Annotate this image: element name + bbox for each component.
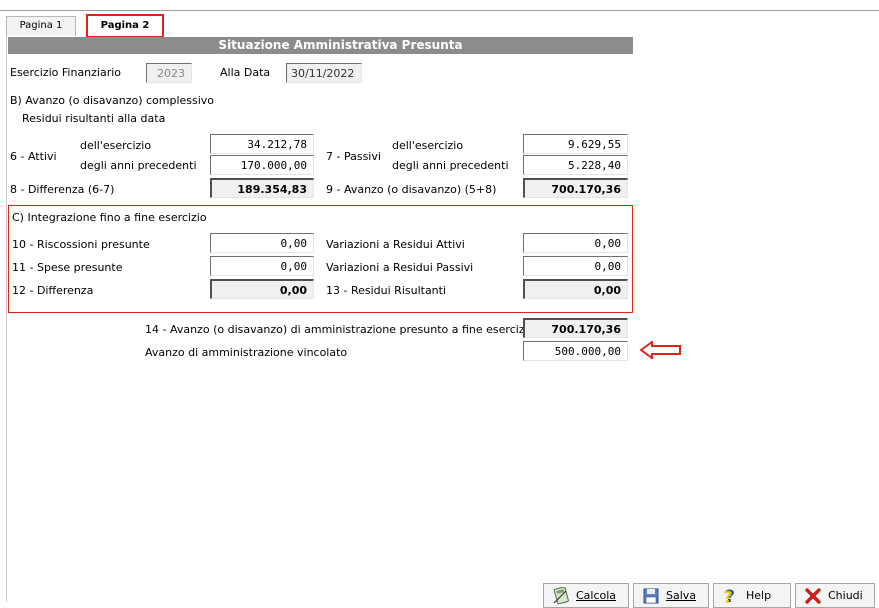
calcola-label: Calcola: [576, 589, 617, 602]
var-passivi-field[interactable]: 0,00: [523, 256, 628, 276]
section-b-title: B) Avanzo (o disavanzo) complessivo: [10, 94, 215, 107]
differenza-c-field: 0,00: [210, 279, 314, 299]
data-label: Alla Data: [220, 66, 271, 79]
var-attivi-field[interactable]: 0,00: [523, 233, 628, 253]
passivi-label: 7 - Passivi: [326, 150, 381, 163]
page-title: Situazione Amministrativa Presunta: [8, 37, 633, 54]
spese-field[interactable]: 0,00: [210, 256, 314, 276]
help-button[interactable]: ? ? Help: [713, 583, 791, 608]
help-label: Help: [746, 589, 772, 602]
vincolato-label: Avanzo di amministrazione vincolato: [145, 346, 348, 359]
riscossioni-field[interactable]: 0,00: [210, 233, 314, 253]
svg-text:?: ?: [723, 588, 733, 605]
attivi-precedenti-field[interactable]: 170.000,00: [210, 155, 314, 175]
attivi-esercizio-field[interactable]: 34.212,78: [210, 134, 314, 154]
calculator-icon: [553, 587, 569, 605]
passivi-precedenti-field[interactable]: 5.228,40: [523, 155, 628, 175]
button-bar: Calcola Salva ? ? Help Chiudi: [0, 583, 879, 608]
attivi-precedenti-label: degli anni precedenti: [80, 159, 197, 172]
passivi-precedenti-label: degli anni precedenti: [392, 159, 509, 172]
avanzo-presunto-field: 700.170,36: [523, 318, 628, 338]
esercizio-label: Esercizio Finanziario: [10, 66, 122, 79]
attivi-label: 6 - Attivi: [10, 150, 57, 163]
attivi-esercizio-label: dell'esercizio: [80, 139, 152, 152]
section-b-subtitle: Residui risultanti alla data: [22, 112, 166, 125]
left-arrow-icon: [640, 341, 681, 359]
avanzo-b-label: 9 - Avanzo (o disavanzo) (5+8): [326, 183, 497, 196]
close-icon: [805, 588, 821, 604]
passivi-esercizio-field[interactable]: 9.629,55: [523, 134, 628, 154]
esercizio-field[interactable]: 2023: [146, 63, 192, 83]
data-field[interactable]: 30/11/2022: [286, 63, 362, 83]
tab-pagina-1[interactable]: Pagina 1: [6, 16, 76, 36]
chiudi-button[interactable]: Chiudi: [795, 583, 875, 608]
residui-field: 0,00: [523, 279, 628, 299]
differenza-b-field: 189.354,83: [210, 178, 314, 198]
differenza-c-label: 12 - Differenza: [12, 284, 94, 297]
spese-label: 11 - Spese presunte: [12, 261, 123, 274]
calcola-button[interactable]: Calcola: [543, 583, 629, 608]
help-icon: ? ?: [723, 587, 735, 605]
residui-label: 13 - Residui Risultanti: [326, 284, 447, 297]
top-divider: [0, 10, 879, 11]
var-passivi-label: Variazioni a Residui Passivi: [326, 261, 474, 274]
chiudi-label: Chiudi: [828, 589, 863, 602]
avanzo-presunto-label: 14 - Avanzo (o disavanzo) di amministraz…: [145, 323, 535, 336]
salva-button[interactable]: Salva: [633, 583, 709, 608]
save-icon: [643, 588, 659, 604]
avanzo-b-field: 700.170,36: [523, 178, 628, 198]
vincolato-field[interactable]: 500.000,00: [523, 341, 628, 361]
section-c-title: C) Integrazione fino a fine esercizio: [12, 211, 207, 224]
var-attivi-label: Variazioni a Residui Attivi: [326, 238, 465, 251]
tab-pagina-2[interactable]: Pagina 2: [86, 14, 164, 38]
differenza-b-label: 8 - Differenza (6-7): [10, 183, 115, 196]
salva-label: Salva: [666, 589, 697, 602]
riscossioni-label: 10 - Riscossioni presunte: [12, 238, 150, 251]
passivi-esercizio-label: dell'esercizio: [392, 139, 464, 152]
